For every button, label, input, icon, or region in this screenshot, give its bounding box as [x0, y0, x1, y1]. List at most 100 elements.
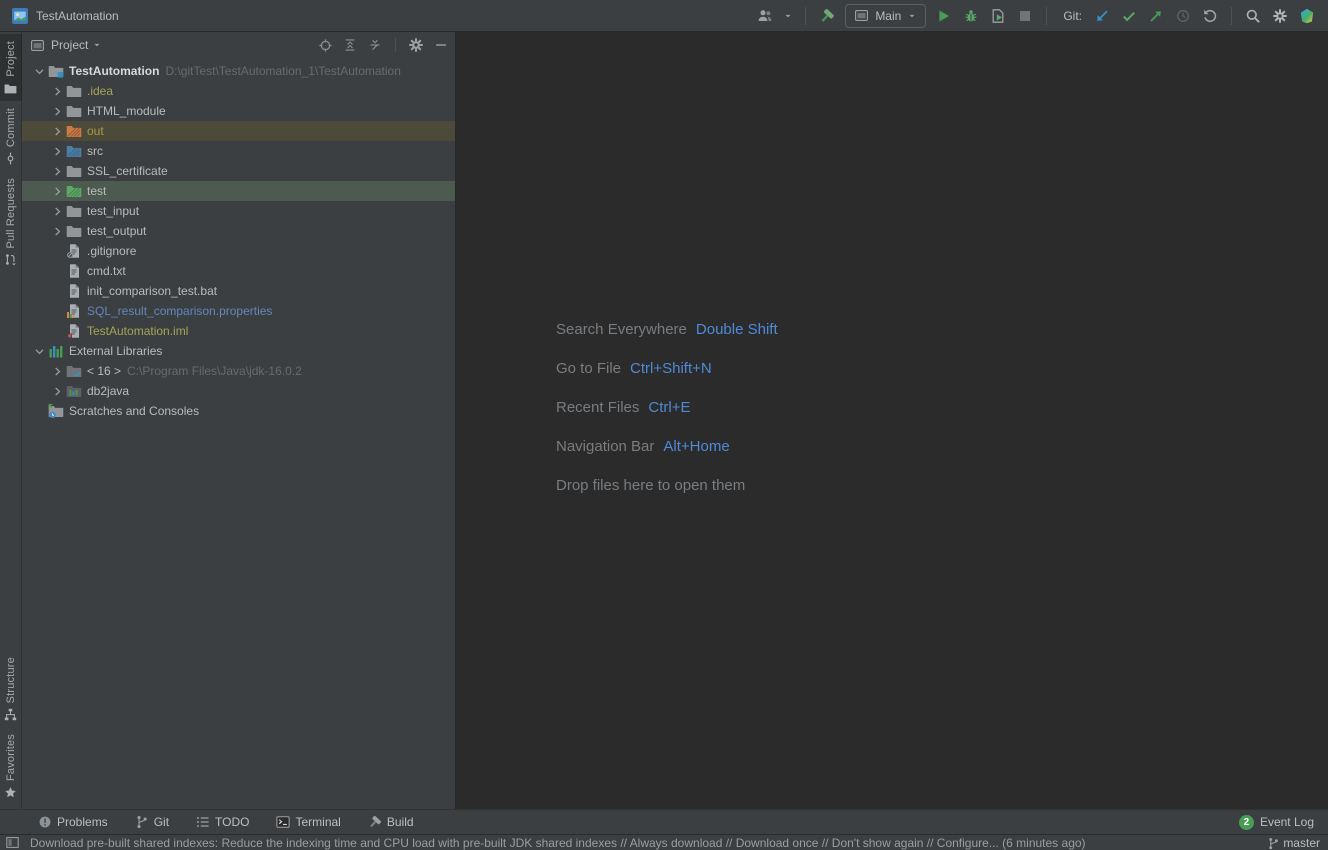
tree-chevron-icon[interactable]	[30, 63, 48, 79]
hint-label: Recent Files	[556, 399, 639, 416]
tool-window-stripe: Project Commit Pull Requests Structure F…	[0, 32, 22, 809]
tree-row-out[interactable]: out	[22, 121, 455, 141]
tree-row-idea[interactable]: .idea	[22, 81, 455, 101]
stripe-button-label: Project	[5, 41, 17, 77]
tree-chevron-icon[interactable]	[48, 83, 66, 99]
branch-icon	[1267, 837, 1280, 850]
stripe-button-structure[interactable]: Structure	[0, 650, 22, 727]
tree-item-label: < 16 >	[87, 364, 121, 378]
git-branch-widget[interactable]: master	[1253, 836, 1320, 850]
stop-icon[interactable]	[1016, 7, 1034, 25]
tool-window-switcher-icon[interactable]	[6, 836, 19, 849]
tree-row-db2java[interactable]: db2java	[22, 381, 455, 401]
tree-chevron-icon[interactable]	[48, 223, 66, 239]
panel-header-actions	[317, 37, 449, 53]
git-label: Git:	[1063, 9, 1082, 23]
tree-row-test-input[interactable]: test_input	[22, 201, 455, 221]
file-iml-icon	[66, 323, 82, 339]
tree-item-label: TestAutomation.iml	[87, 324, 188, 338]
tree-item-label: test	[87, 184, 106, 198]
tree-row-html-module[interactable]: HTML_module	[22, 101, 455, 121]
bottom-tool-buttons: Problems Git TODO Terminal Build	[38, 815, 414, 829]
code-with-me-icon[interactable]	[1298, 7, 1316, 25]
users-dropdown-icon[interactable]	[783, 7, 793, 25]
tree-item-label: cmd.txt	[87, 264, 126, 278]
hide-panel-icon[interactable]	[433, 37, 449, 53]
tree-item-label: test_output	[87, 224, 146, 238]
tree-chevron-icon[interactable]	[48, 203, 66, 219]
settings-gear-icon[interactable]	[1271, 7, 1289, 25]
commit-icon[interactable]	[1120, 7, 1138, 25]
tree-row-scratches-and-consoles[interactable]: Scratches and Consoles	[22, 401, 455, 421]
expand-all-icon[interactable]	[342, 37, 358, 53]
run-with-coverage-icon[interactable]	[989, 7, 1007, 25]
bottom-tool-button-build[interactable]: Build	[368, 815, 414, 829]
tree-item-label: db2java	[87, 384, 129, 398]
build-hammer-icon[interactable]	[818, 7, 836, 25]
pull-requests-tool-icon	[4, 253, 17, 266]
hint-shortcut: Double Shift	[696, 321, 778, 338]
tree-chevron-icon[interactable]	[48, 383, 66, 399]
tree-chevron-icon[interactable]	[48, 143, 66, 159]
panel-settings-icon[interactable]	[408, 37, 424, 53]
folder-source-icon	[66, 143, 82, 159]
project-tree: TestAutomation D:\gitTest\TestAutomation…	[22, 58, 455, 421]
tree-row-ssl-certificate[interactable]: SSL_certificate	[22, 161, 455, 181]
collapse-all-icon[interactable]	[367, 37, 383, 53]
tree-item-label: TestAutomation	[69, 64, 159, 78]
project-view-caret-icon[interactable]	[92, 36, 102, 54]
app-body: Project Commit Pull Requests Structure F…	[0, 32, 1328, 809]
tree-row-gitignore[interactable]: .gitignore	[22, 241, 455, 261]
stripe-button-commit[interactable]: Commit	[0, 101, 22, 171]
status-message[interactable]: Download pre-built shared indexes: Reduc…	[30, 836, 1086, 850]
folder-icon	[66, 103, 82, 119]
tree-row-external-libraries[interactable]: External Libraries	[22, 341, 455, 361]
run-config-caret-icon	[907, 7, 917, 25]
tree-row-cmd-txt[interactable]: cmd.txt	[22, 261, 455, 281]
run-icon[interactable]	[935, 7, 953, 25]
locate-icon[interactable]	[317, 37, 333, 53]
editor-area[interactable]: Search Everywhere Double Shift Go to Fil…	[456, 32, 1328, 809]
bottom-tool-label: Problems	[57, 815, 108, 829]
search-everywhere-icon[interactable]	[1244, 7, 1262, 25]
jdk-icon	[66, 363, 82, 379]
collaboration-users-icon[interactable]	[756, 7, 774, 25]
stripe-button-favorites[interactable]: Favorites	[0, 727, 22, 805]
event-log-button[interactable]: 2 Event Log	[1239, 815, 1314, 830]
bottom-tool-button-problems[interactable]: Problems	[38, 815, 108, 829]
stripe-button-project[interactable]: Project	[0, 34, 22, 101]
event-log-label: Event Log	[1260, 815, 1314, 829]
bottom-tool-button-todo[interactable]: TODO	[196, 815, 249, 829]
bottom-tool-button-terminal[interactable]: Terminal	[276, 815, 340, 829]
rollback-icon[interactable]	[1201, 7, 1219, 25]
git-branch-icon	[135, 815, 149, 829]
update-project-icon[interactable]	[1093, 7, 1111, 25]
hint-shortcut: Ctrl+Shift+N	[630, 360, 712, 377]
bottom-tool-button-git[interactable]: Git	[135, 815, 169, 829]
tree-chevron-icon[interactable]	[48, 163, 66, 179]
tree-chevron-icon[interactable]	[48, 103, 66, 119]
tree-row-test[interactable]: test	[22, 181, 455, 201]
tree-row-src[interactable]: src	[22, 141, 455, 161]
tree-row-testautomation[interactable]: TestAutomation D:\gitTest\TestAutomation…	[22, 61, 455, 81]
stripe-button-pull-requests[interactable]: Pull Requests	[0, 171, 22, 272]
tree-row-test-output[interactable]: test_output	[22, 221, 455, 241]
tree-item-label: HTML_module	[87, 104, 166, 118]
bottom-tool-label: Build	[387, 815, 414, 829]
run-configurations-combo[interactable]: Main	[845, 4, 926, 28]
tree-row-16[interactable]: < 16 > C:\Program Files\Java\jdk-16.0.2	[22, 361, 455, 381]
tree-row-testautomation-iml[interactable]: TestAutomation.iml	[22, 321, 455, 341]
toolbar-divider	[805, 7, 806, 25]
tree-chevron-icon[interactable]	[30, 343, 48, 359]
history-icon[interactable]	[1174, 7, 1192, 25]
tree-row-sql-result-comparison-properties[interactable]: SQL_result_comparison.properties	[22, 301, 455, 321]
debug-icon[interactable]	[962, 7, 980, 25]
tree-chevron-icon[interactable]	[48, 183, 66, 199]
push-icon[interactable]	[1147, 7, 1165, 25]
project-panel-title[interactable]: Project	[51, 38, 88, 52]
tree-chevron-icon[interactable]	[48, 123, 66, 139]
tree-row-init-comparison-test-bat[interactable]: init_comparison_test.bat	[22, 281, 455, 301]
tree-chevron-icon[interactable]	[48, 363, 66, 379]
project-tool-icon	[4, 82, 17, 95]
tree-item-label: .idea	[87, 84, 113, 98]
